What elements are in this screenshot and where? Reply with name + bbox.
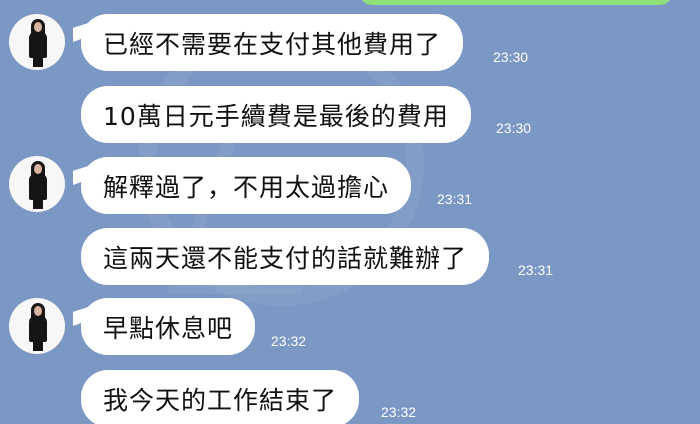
avatar-suit: [29, 174, 47, 200]
profile-avatar-icon[interactable]: [9, 14, 65, 70]
message-text: 早點休息吧: [103, 313, 234, 343]
message-timestamp: 23:30: [496, 120, 532, 136]
avatar-face: [34, 164, 42, 174]
avatar-suit: [29, 316, 47, 342]
message-timestamp: 23:30: [493, 49, 529, 65]
message-text: 解釋過了，不用太過擔心: [103, 172, 390, 202]
avatar-face: [34, 306, 42, 316]
incoming-message-bubble[interactable]: 解釋過了，不用太過擔心: [81, 157, 412, 214]
avatar-legs: [33, 57, 43, 67]
avatar-legs: [33, 199, 43, 209]
message-timestamp: 23:31: [518, 262, 554, 278]
message-timestamp: 23:32: [271, 333, 307, 349]
profile-avatar-icon[interactable]: [9, 156, 65, 212]
incoming-message-bubble[interactable]: 已經不需要在支付其他費用了: [81, 14, 464, 71]
message-timestamp: 23:31: [437, 191, 473, 207]
incoming-message-bubble[interactable]: 10萬日元手續費是最後的費用: [81, 86, 471, 143]
incoming-message-bubble[interactable]: 早點休息吧: [81, 298, 256, 355]
message-text: 已經不需要在支付其他費用了: [103, 29, 442, 59]
message-timestamp: 23:32: [381, 404, 417, 420]
chat-area: 已經不需要在支付其他費用了 23:30 10萬日元手續費是最後的費用 23:30…: [0, 0, 700, 424]
message-text: 10萬日元手續費是最後的費用: [103, 101, 449, 131]
avatar-face: [34, 22, 42, 32]
avatar-suit: [29, 32, 47, 58]
message-text: 這兩天還不能支付的話就難辦了: [103, 243, 468, 273]
outgoing-message-bubble-edge[interactable]: [360, 0, 672, 5]
incoming-message-bubble[interactable]: 這兩天還不能支付的話就難辦了: [81, 228, 490, 285]
avatar-legs: [33, 341, 43, 351]
message-text: 我今天的工作結束了: [103, 385, 338, 415]
incoming-message-bubble[interactable]: 我今天的工作結束了: [81, 370, 360, 424]
profile-avatar-icon[interactable]: [9, 298, 65, 354]
